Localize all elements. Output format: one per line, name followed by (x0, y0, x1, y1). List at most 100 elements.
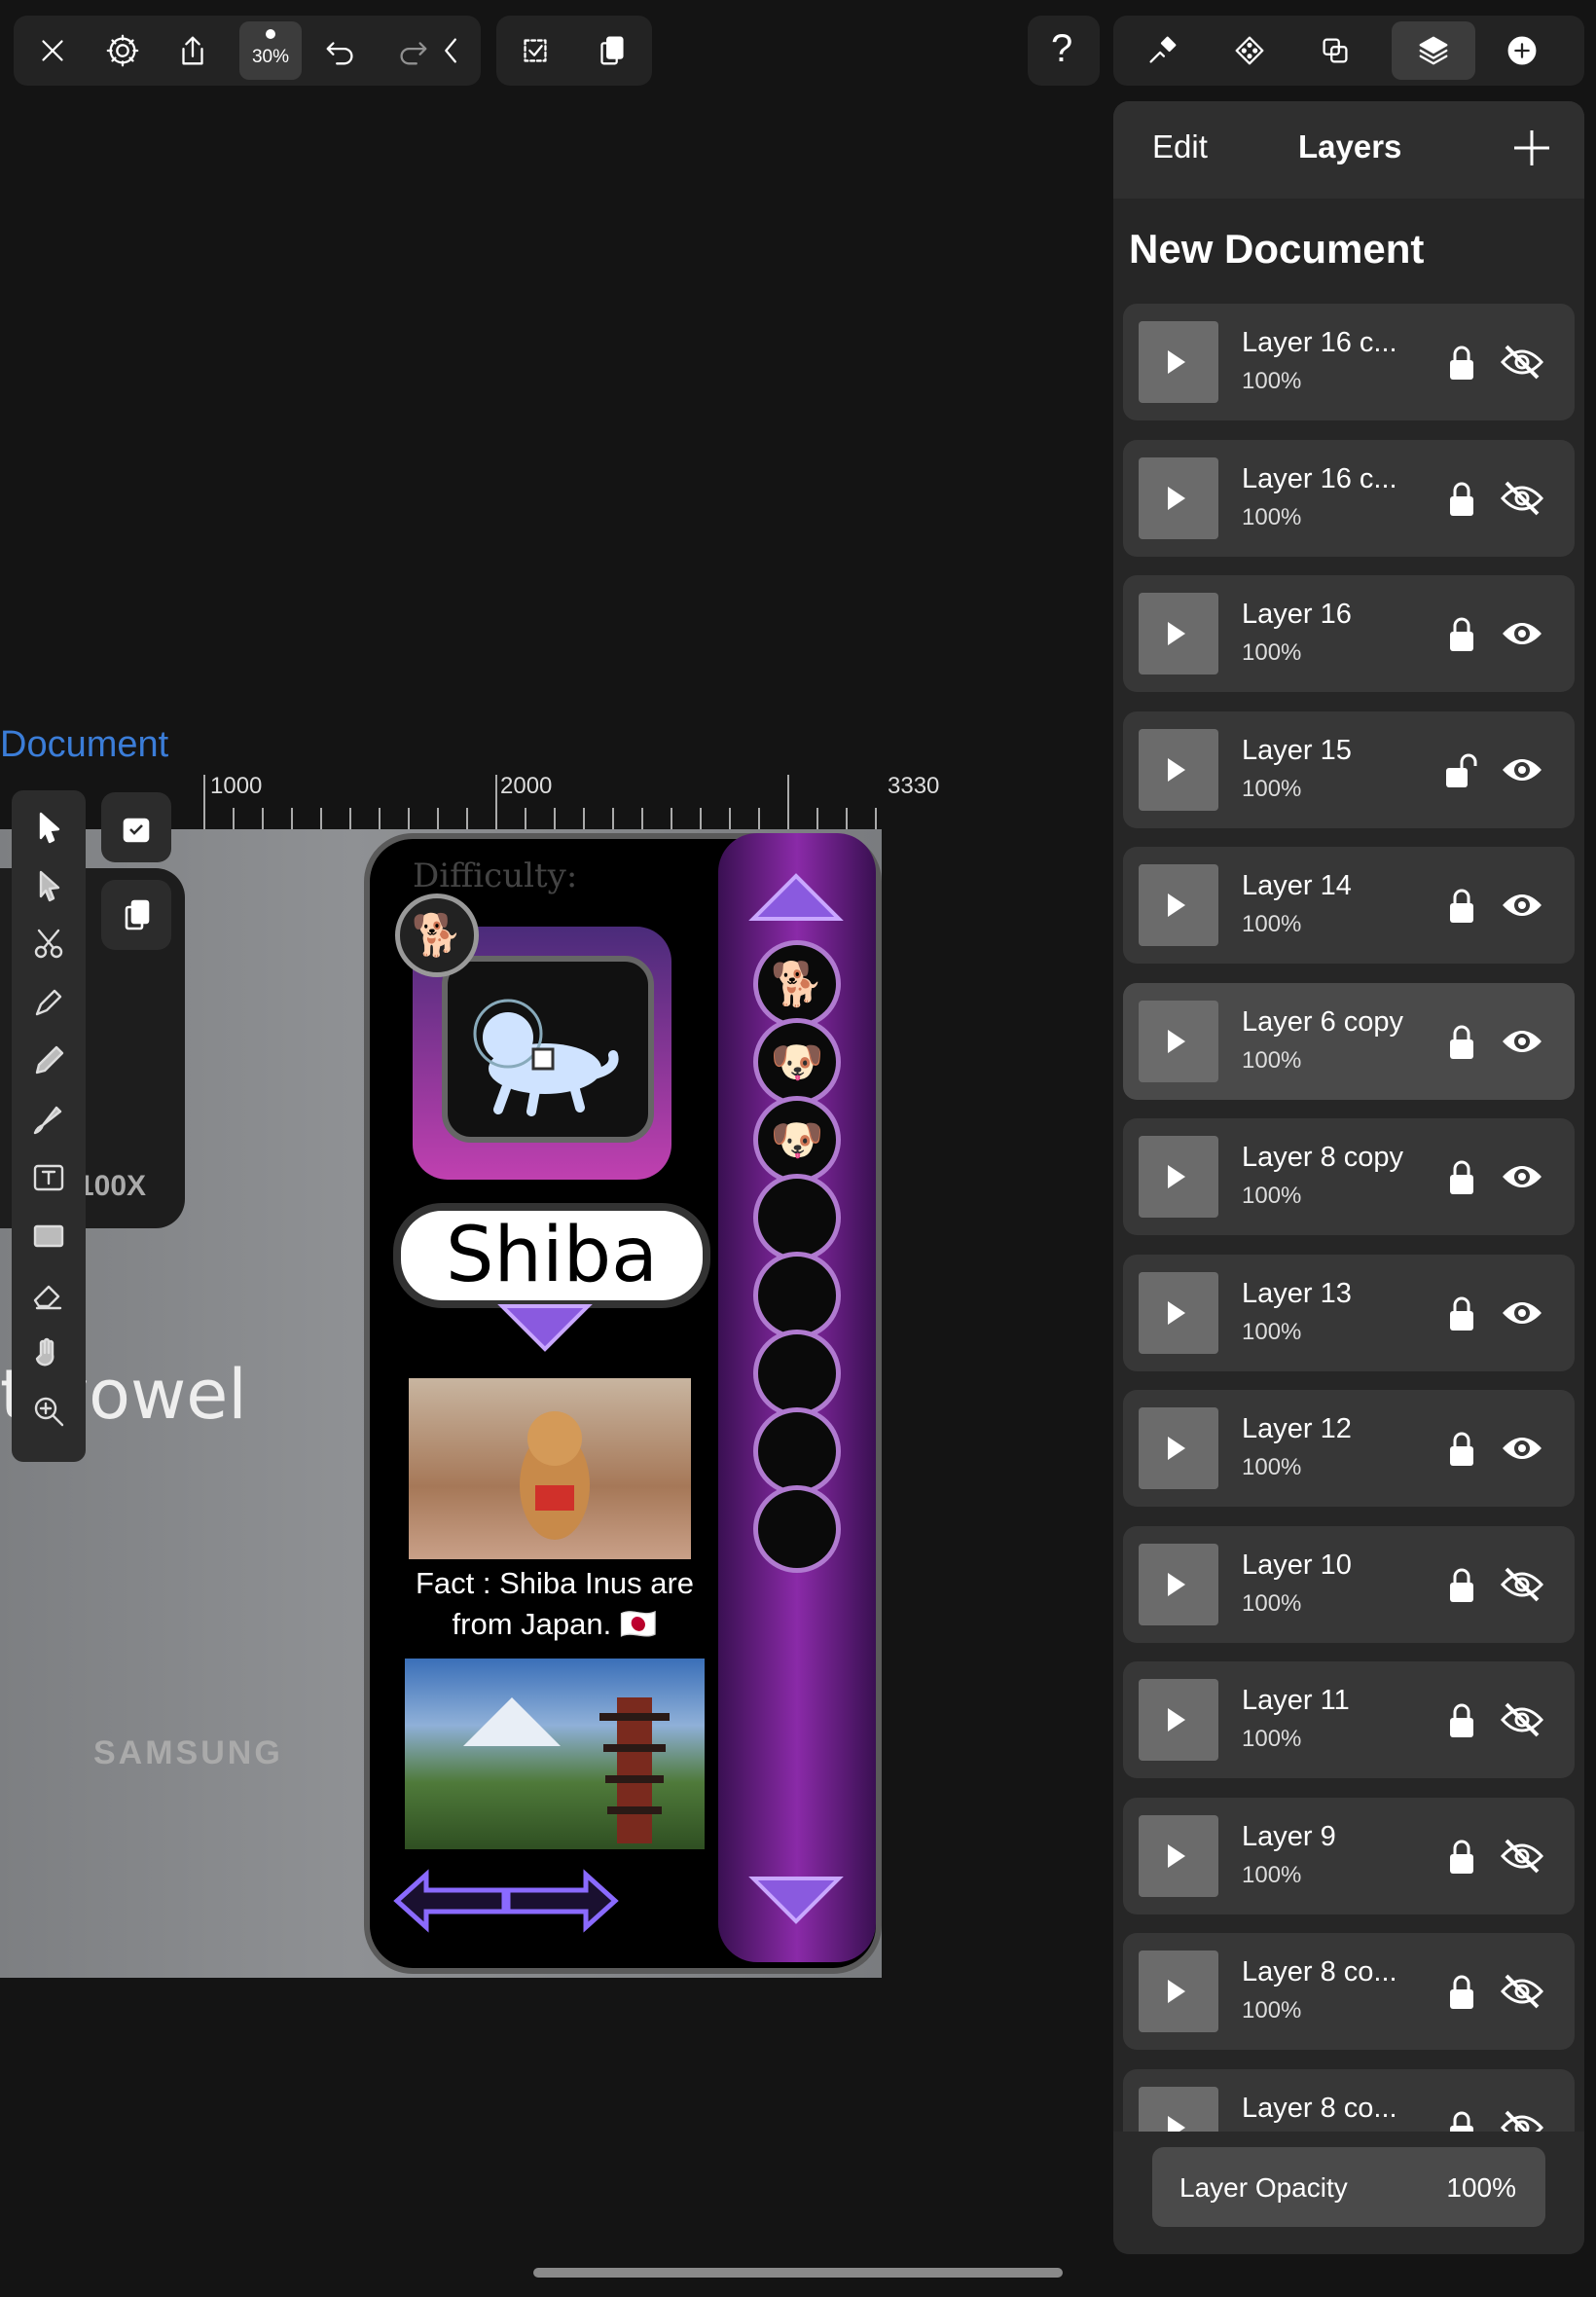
eye-hidden-icon[interactable] (1499, 1696, 1545, 1743)
lock-icon[interactable] (1444, 479, 1479, 518)
rail-slot-1[interactable]: 🐕 (753, 940, 841, 1028)
rail-slot-8[interactable] (753, 1485, 841, 1573)
tab-layers[interactable]: Layers (1298, 128, 1401, 165)
add-circle-icon[interactable] (1493, 21, 1551, 80)
rail-slot-6[interactable] (753, 1330, 841, 1417)
eye-icon[interactable] (1499, 1290, 1545, 1336)
boolean-icon[interactable] (1306, 21, 1364, 80)
hand-icon[interactable] (23, 1328, 74, 1378)
lock-icon[interactable] (1444, 614, 1479, 653)
lock-icon[interactable] (1444, 1429, 1479, 1468)
eye-icon[interactable] (1499, 747, 1545, 793)
lock-icon[interactable] (1444, 1022, 1479, 1061)
eye-hidden-icon[interactable] (1499, 1561, 1545, 1608)
artboard[interactable]: 100X t vowel SAMSUNG Difficulty: 🐕 Shiba (0, 829, 882, 1978)
direct-select-icon[interactable] (23, 860, 74, 911)
document-title: New Document (1129, 226, 1425, 272)
selected-dog-badge[interactable]: 🐕 (395, 893, 479, 977)
layer-row[interactable]: Layer 12 100% (1123, 1390, 1575, 1507)
layer-opacity: 100% (1242, 1318, 1302, 1345)
lock-icon[interactable] (1444, 1294, 1479, 1332)
layer-opacity: 100% (1242, 1861, 1302, 1888)
layer-opacity-value: 100% (1446, 2172, 1516, 2203)
layer-row[interactable]: Layer 8 copy 100% (1123, 1118, 1575, 1235)
quick-copy-button[interactable] (101, 880, 171, 950)
lock-icon[interactable] (1444, 1972, 1479, 2011)
lock-icon[interactable] (1444, 886, 1479, 925)
layer-thumbnail (1139, 864, 1218, 946)
eye-hidden-icon[interactable] (1499, 475, 1545, 522)
layer-opacity-control[interactable]: Layer Opacity 100% (1152, 2147, 1545, 2227)
eye-icon[interactable] (1499, 882, 1545, 929)
rail-slot-2[interactable]: 🐶 (753, 1018, 841, 1106)
collapse-chevron-icon[interactable] (432, 21, 471, 80)
select-check-icon[interactable] (506, 21, 564, 80)
layer-row[interactable]: Layer 10 100% (1123, 1525, 1575, 1643)
lock-icon[interactable] (1444, 343, 1479, 382)
eye-hidden-icon[interactable] (1499, 1968, 1545, 2015)
eye-icon[interactable] (1499, 610, 1545, 657)
rail-slot-5[interactable] (753, 1252, 841, 1339)
layer-row[interactable]: Layer 9 100% (1123, 1797, 1575, 1914)
unlock-icon[interactable] (1444, 750, 1479, 789)
eye-icon[interactable] (1499, 1425, 1545, 1472)
brush-icon[interactable] (23, 1094, 74, 1145)
pencil-icon[interactable] (23, 1036, 74, 1086)
lock-icon[interactable] (1444, 1700, 1479, 1739)
pen-icon[interactable] (23, 977, 74, 1028)
close-icon[interactable] (23, 21, 82, 80)
rail-slot-7[interactable] (753, 1407, 841, 1495)
layer-row[interactable]: Layer 15 100% (1123, 711, 1575, 828)
tab-edit[interactable]: Edit (1152, 128, 1208, 165)
eye-hidden-icon[interactable] (1499, 339, 1545, 385)
play-triangle-icon (1168, 893, 1185, 917)
component-icon[interactable] (1220, 21, 1279, 80)
play-triangle-icon (1168, 350, 1185, 374)
dog-name-pill[interactable]: Shiba (393, 1203, 710, 1308)
layers-icon[interactable] (1392, 21, 1475, 80)
rectangle-tool-icon[interactable] (23, 1211, 74, 1261)
scissors-icon[interactable] (23, 919, 74, 969)
play-triangle-icon (1168, 1437, 1185, 1460)
rail-up-arrow-icon[interactable] (747, 868, 845, 927)
arrow-left-button[interactable] (393, 1867, 510, 1935)
add-layer-icon[interactable] (1503, 119, 1561, 177)
rail-slot-4[interactable] (753, 1174, 841, 1261)
eye-icon[interactable] (1499, 1018, 1545, 1065)
share-icon[interactable] (163, 21, 222, 80)
select-arrow-icon[interactable] (23, 802, 74, 853)
text-tool-icon[interactable] (23, 1152, 74, 1203)
zoom-tool-icon[interactable] (23, 1386, 74, 1437)
rail-down-arrow-icon[interactable] (747, 1871, 845, 1929)
layer-opacity: 100% (1242, 1454, 1302, 1480)
rail-slot-3[interactable]: 🐶 (753, 1096, 841, 1184)
layer-row[interactable]: Layer 8 co... 100% (1123, 1933, 1575, 2050)
undo-icon[interactable] (311, 21, 370, 80)
layer-row[interactable]: Layer 16 100% (1123, 575, 1575, 692)
arrow-right-button[interactable] (502, 1867, 619, 1935)
eraser-icon[interactable] (23, 1269, 74, 1320)
eye-hidden-icon[interactable] (1499, 1833, 1545, 1879)
settings-icon[interactable] (93, 21, 152, 80)
layer-name: Layer 11 (1242, 1685, 1350, 1716)
help-button[interactable]: ? (1051, 27, 1072, 71)
layer-row[interactable]: Layer 16 c... 100% (1123, 439, 1575, 557)
layer-row[interactable]: Layer 16 c... 100% (1123, 304, 1575, 420)
play-triangle-icon (1168, 1980, 1185, 2003)
layer-row[interactable]: Layer 6 copy 100% (1123, 982, 1575, 1100)
down-triangle-icon[interactable] (496, 1298, 594, 1357)
layer-row[interactable]: Layer 13 100% (1123, 1254, 1575, 1371)
lock-icon[interactable] (1444, 1565, 1479, 1604)
copy-icon[interactable] (582, 21, 640, 80)
lock-icon[interactable] (1444, 1837, 1479, 1876)
layer-thumbnail (1139, 321, 1218, 403)
astronaut-dog-illustration (473, 999, 619, 1116)
layer-row[interactable]: Layer 14 100% (1123, 847, 1575, 964)
ruler-label-1000: 1000 (210, 773, 263, 799)
zoom-indicator[interactable]: 30% (239, 21, 302, 80)
style-brush-icon[interactable] (1133, 21, 1191, 80)
lock-icon[interactable] (1444, 1157, 1479, 1196)
quick-select-check-button[interactable] (101, 792, 171, 862)
layer-row[interactable]: Layer 11 100% (1123, 1661, 1575, 1778)
eye-icon[interactable] (1499, 1153, 1545, 1200)
